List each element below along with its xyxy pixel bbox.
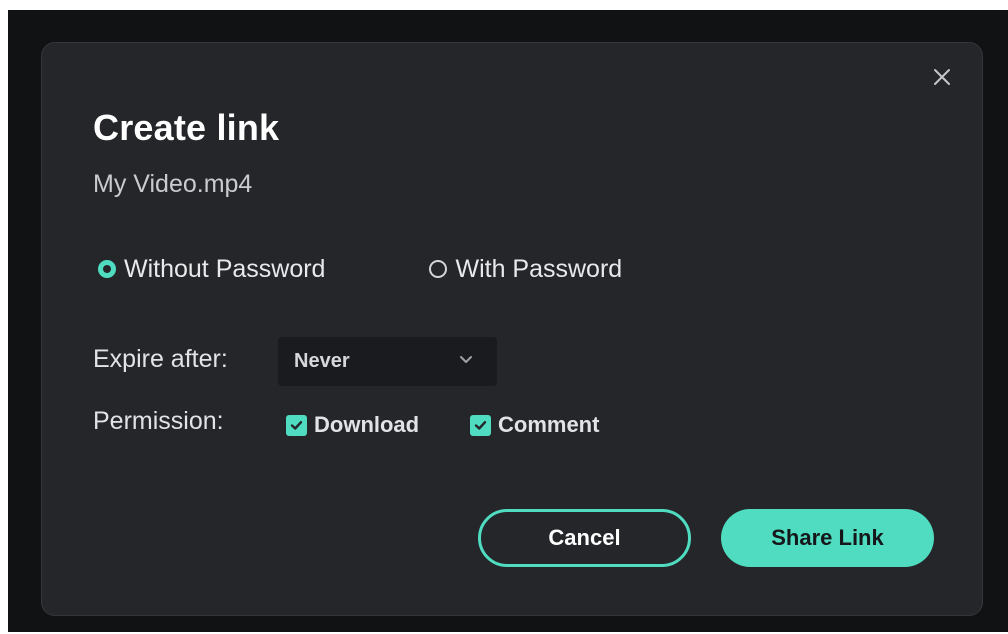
- expire-select-value: Never: [294, 350, 350, 372]
- chevron-down-icon: [460, 356, 472, 363]
- radio-checked-icon: [98, 260, 116, 278]
- expire-select[interactable]: Never: [278, 337, 497, 386]
- dialog-title: Create link: [93, 107, 280, 148]
- cancel-button[interactable]: Cancel: [478, 509, 691, 567]
- close-icon: [934, 69, 950, 85]
- share-link-button[interactable]: Share Link: [721, 509, 934, 567]
- close-button[interactable]: [930, 65, 954, 89]
- radio-without-password[interactable]: Without Password: [98, 255, 325, 284]
- expire-label: Expire after:: [93, 345, 228, 373]
- checkbox-checked-icon: [286, 414, 307, 436]
- radio-label: Without Password: [124, 254, 326, 283]
- checkbox-download[interactable]: Download: [286, 412, 419, 438]
- create-link-dialog: Create link My Video.mp4 Without Passwor…: [41, 42, 983, 616]
- checkbox-label: Comment: [498, 412, 600, 437]
- radio-unchecked-icon: [429, 260, 448, 278]
- password-radio-group: Without Password With Password: [98, 253, 622, 285]
- checkbox-comment[interactable]: Comment: [470, 412, 599, 438]
- permission-label: Permission:: [93, 407, 224, 435]
- checkbox-label: Download: [314, 412, 420, 437]
- radio-with-password[interactable]: With Password: [429, 255, 622, 284]
- checkbox-checked-icon: [470, 414, 491, 436]
- file-name: My Video.mp4: [93, 170, 253, 198]
- radio-label: With Password: [455, 254, 623, 283]
